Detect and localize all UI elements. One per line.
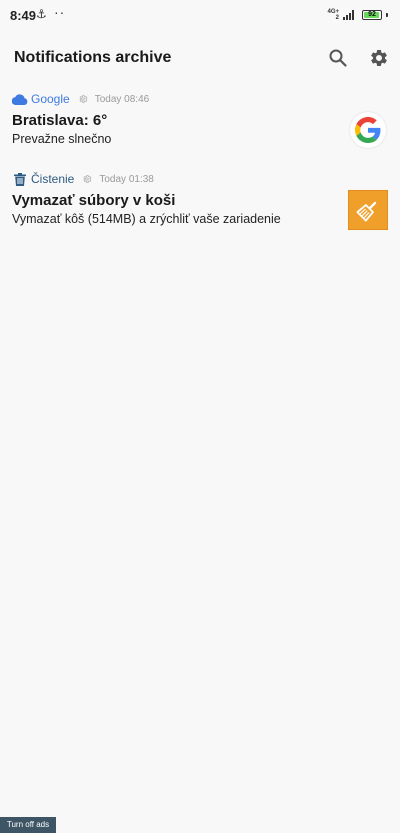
notification-item[interactable]: Čistenie Today 01:38 Vymazať súbory v ko…	[0, 168, 400, 238]
settings-button[interactable]	[367, 46, 391, 70]
notification-item[interactable]: Google Today 08:46 Bratislava: 6° Prevaž…	[0, 88, 400, 158]
status-time: 8:49	[10, 8, 37, 23]
app-header: Notifications archive	[0, 40, 400, 76]
battery-tip	[386, 13, 388, 17]
notification-time: Today 01:38	[99, 173, 154, 185]
page-title: Notifications archive	[14, 49, 172, 66]
network-type: 4G+ 2	[327, 9, 339, 21]
broom-icon	[348, 190, 388, 230]
status-bar: 8:49 ⚓ ·· 4G+ 2 92	[0, 0, 400, 30]
notification-title: Vymazať súbory v koši	[12, 192, 176, 209]
trash-icon	[12, 172, 28, 186]
gear-icon	[371, 49, 387, 66]
notification-meta: Čistenie Today 01:38	[12, 171, 154, 187]
turn-off-ads-button[interactable]: Turn off ads	[0, 817, 56, 833]
gear-icon[interactable]	[82, 174, 92, 184]
battery-icon: 92	[362, 10, 382, 20]
anchor-icon: ⚓	[36, 7, 47, 21]
notification-meta: Google Today 08:46	[12, 91, 149, 107]
notifications-archive-screen: 8:49 ⚓ ·· 4G+ 2 92 Notifications archive	[0, 0, 400, 833]
more-notifications-dots: ··	[54, 4, 66, 20]
gear-icon[interactable]	[78, 94, 88, 104]
network-label-bottom: 2	[335, 15, 339, 21]
signal-strength-icon	[343, 10, 354, 20]
app-name: Google	[31, 92, 70, 106]
notification-title: Bratislava: 6°	[12, 112, 108, 129]
notification-text: Vymazať kôš (514MB) a zrýchliť vaše zari…	[12, 212, 281, 226]
cloud-icon	[12, 92, 28, 106]
search-button[interactable]	[326, 46, 350, 70]
status-indicators: 4G+ 2 92	[327, 9, 388, 21]
app-name: Čistenie	[31, 172, 75, 186]
search-icon	[329, 49, 347, 67]
google-logo-icon	[350, 112, 386, 148]
notification-time: Today 08:46	[94, 93, 150, 105]
battery-percent: 92	[368, 11, 376, 18]
notification-text: Prevažne slnečno	[12, 132, 112, 146]
